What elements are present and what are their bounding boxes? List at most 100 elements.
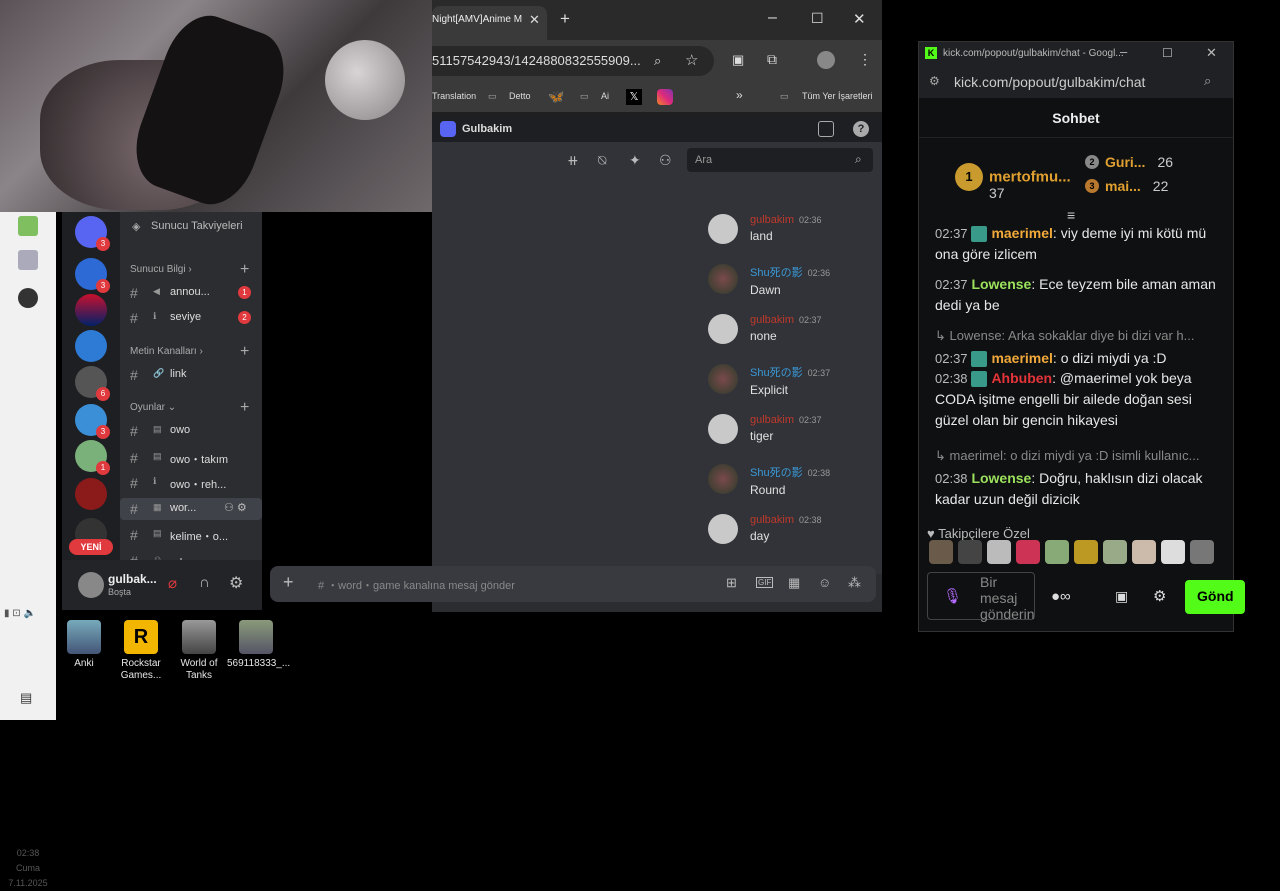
desktop-icon-image[interactable]: 569118333_... bbox=[227, 620, 290, 670]
leaderboard-entry[interactable]: 2 Guri... 26 bbox=[1085, 153, 1173, 171]
add-channel-icon[interactable]: + bbox=[240, 261, 249, 279]
message-author[interactable]: Shu死の影 bbox=[750, 467, 803, 479]
leaderboard-entry[interactable]: 3 mai... 22 bbox=[1085, 177, 1168, 195]
emote-picker-icon[interactable]: ●∞ bbox=[1051, 588, 1071, 605]
sticker-icon[interactable]: ▦ bbox=[788, 575, 800, 591]
desktop-icon-rockstar[interactable]: R Rockstar Games... bbox=[112, 620, 170, 682]
message-author[interactable]: gulbakim bbox=[750, 214, 794, 226]
minimize-icon[interactable]: – bbox=[1120, 44, 1127, 59]
server-icon-anime[interactable]: 1 bbox=[75, 440, 110, 475]
channel-item[interactable]: # ℹ seviye 2 bbox=[120, 307, 262, 329]
threads-icon[interactable]: ⧺ bbox=[567, 152, 579, 169]
server-boosts[interactable]: ◈ Sunucu Takviyeleri bbox=[120, 216, 262, 238]
cast-icon[interactable]: ▣ bbox=[732, 52, 744, 68]
extensions-icon[interactable]: ⧉ bbox=[767, 51, 777, 68]
message-author[interactable]: gulbakim bbox=[750, 514, 794, 526]
star-icon[interactable]: ☆ bbox=[685, 51, 698, 69]
collapse-icon[interactable]: ≡ bbox=[1067, 207, 1075, 223]
avatar[interactable] bbox=[708, 264, 738, 294]
close-tab-icon[interactable]: ✕ bbox=[529, 12, 540, 28]
site-info-icon[interactable]: ⚙ bbox=[929, 74, 940, 88]
chat-author[interactable]: Ahbuben bbox=[991, 370, 1052, 386]
minimize-icon[interactable]: – bbox=[768, 9, 777, 27]
gif-icon[interactable]: GIF bbox=[756, 577, 774, 588]
channel-item[interactable]: # ▤ kelime・o... bbox=[120, 524, 262, 546]
x-icon[interactable]: 𝕏 bbox=[626, 89, 642, 105]
message-composer[interactable]: + # ・word・game kanalına mesaj gönder ⊞ G… bbox=[270, 566, 876, 602]
tray-icons[interactable]: ▮ ⊡ 🔈 bbox=[4, 608, 36, 619]
avatar[interactable] bbox=[708, 214, 738, 244]
chat-author[interactable]: Lowense bbox=[971, 470, 1031, 486]
channel-item[interactable]: # ℹ owo・reh... bbox=[120, 472, 262, 494]
avatar[interactable] bbox=[708, 514, 738, 544]
inbox-icon[interactable] bbox=[818, 121, 834, 137]
emoji-icon[interactable]: ☺ bbox=[818, 575, 831, 590]
chevron-right-icon[interactable]: » bbox=[736, 88, 743, 102]
add-attachment-icon[interactable]: + bbox=[283, 572, 294, 593]
desktop-icon-anki[interactable]: Anki bbox=[55, 620, 113, 670]
reply-preview[interactable]: ↳ Lowense: Arka sokaklar diye bi dizi va… bbox=[935, 328, 1225, 344]
gear-icon[interactable]: ⚙ bbox=[229, 573, 243, 593]
channel-item[interactable]: # 🔗 link bbox=[120, 364, 262, 386]
kick-address-bar[interactable]: ⚙ kick.com/popout/gulbakim/chat ⌕ bbox=[919, 66, 1233, 98]
taskbar-clock[interactable]: 02:38 Cuma 7.11.2025 bbox=[0, 846, 56, 891]
leaderboard-entry[interactable]: 1 mertofmu... 37 bbox=[955, 163, 1071, 201]
emote-icon[interactable] bbox=[1074, 540, 1098, 564]
server-icon-ghost[interactable]: 6 bbox=[75, 366, 110, 401]
chat-author[interactable]: maerimel bbox=[991, 225, 1052, 241]
avatar[interactable] bbox=[708, 414, 738, 444]
server-icon-english[interactable] bbox=[75, 330, 107, 362]
mic-muted-icon[interactable]: ⌀ bbox=[168, 574, 177, 592]
mute-icon[interactable]: ⍉ bbox=[598, 152, 606, 169]
instagram-icon[interactable] bbox=[657, 89, 673, 105]
app-icon[interactable] bbox=[18, 250, 38, 270]
close-window-icon[interactable]: ✕ bbox=[853, 10, 866, 28]
emote-icon[interactable] bbox=[1190, 540, 1214, 564]
emote-icon[interactable] bbox=[929, 540, 953, 564]
members-icon[interactable]: ⚇ bbox=[659, 152, 672, 169]
maximize-icon[interactable]: ☐ bbox=[1162, 46, 1173, 60]
emote-icon[interactable] bbox=[1103, 540, 1127, 564]
notification-icon[interactable]: ▤ bbox=[20, 690, 32, 706]
channel-settings-icon[interactable]: ⚇ ⚙ bbox=[224, 501, 247, 514]
channel-item[interactable]: # ▦ wor... ⚇ ⚙ bbox=[120, 498, 262, 520]
avatar[interactable] bbox=[78, 572, 104, 598]
avatar[interactable] bbox=[708, 314, 738, 344]
message-author[interactable]: gulbakim bbox=[750, 314, 794, 326]
new-badge[interactable]: YENİ bbox=[69, 539, 113, 555]
channel-item[interactable]: # ▤ owo・takım bbox=[120, 447, 262, 469]
gift-icon[interactable]: ⊞ bbox=[726, 575, 737, 591]
channel-item[interactable]: # ▤ owo bbox=[120, 420, 262, 442]
send-button[interactable]: Gönd bbox=[1185, 580, 1245, 614]
zoom-icon[interactable]: ⌕ bbox=[654, 53, 661, 69]
add-channel-icon[interactable]: + bbox=[240, 343, 249, 361]
server-icon-uk[interactable] bbox=[75, 294, 107, 326]
avatar[interactable] bbox=[708, 364, 738, 394]
mic-icon[interactable]: 🎙 bbox=[943, 587, 962, 605]
channel-item[interactable]: #☺adam・as... bbox=[120, 550, 262, 560]
username[interactable]: gulbak... bbox=[108, 572, 157, 586]
help-icon[interactable]: ? bbox=[853, 121, 869, 137]
obs-icon[interactable] bbox=[18, 288, 38, 308]
menu-icon[interactable]: ⋮ bbox=[858, 51, 872, 68]
bookmark-all[interactable]: Tüm Yer İşaretleri bbox=[802, 91, 873, 101]
reply-preview[interactable]: ↳ maerimel: o dizi miydi ya :D isimli ku… bbox=[935, 448, 1225, 464]
server-icon-m[interactable] bbox=[75, 478, 107, 510]
bluesky-icon[interactable]: 🦋 bbox=[548, 89, 564, 105]
bookmark-translation[interactable]: Translation bbox=[432, 91, 476, 101]
settings-icon[interactable]: ⚙ bbox=[1153, 587, 1166, 605]
add-channel-icon[interactable]: + bbox=[240, 399, 249, 417]
category-text[interactable]: Metin Kanalları › bbox=[130, 346, 203, 357]
close-window-icon[interactable]: ✕ bbox=[1206, 45, 1217, 61]
emote-icon[interactable] bbox=[958, 540, 982, 564]
profile-avatar[interactable] bbox=[817, 51, 835, 69]
category-info[interactable]: Sunucu Bilgi › bbox=[130, 264, 192, 275]
emote-icon[interactable] bbox=[1045, 540, 1069, 564]
server-icon-blue[interactable]: 3 bbox=[75, 404, 110, 439]
maximize-icon[interactable]: ☐ bbox=[811, 10, 824, 27]
chat-author[interactable]: maerimel bbox=[991, 350, 1052, 366]
message-author[interactable]: gulbakim bbox=[750, 414, 794, 426]
zoom-icon[interactable]: ⌕ bbox=[1204, 73, 1211, 89]
avatar[interactable] bbox=[708, 464, 738, 494]
category-games[interactable]: Oyunlar ⌄ bbox=[130, 402, 176, 413]
